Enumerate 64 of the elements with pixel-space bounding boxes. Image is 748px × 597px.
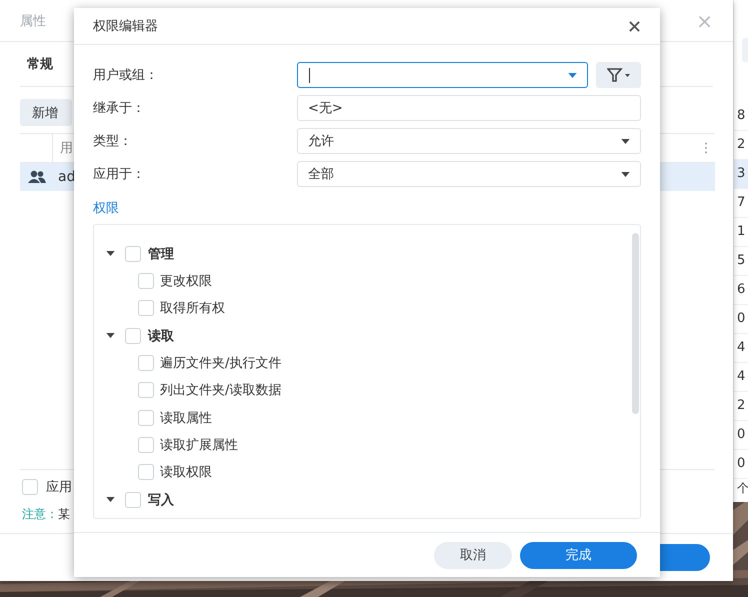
checkbox[interactable] (125, 492, 141, 508)
inherit-field[interactable]: <无> (297, 95, 641, 122)
table-cell: 8 (734, 102, 748, 131)
done-button[interactable]: 完成 (520, 542, 637, 569)
table-cell: 7 (734, 189, 748, 218)
user-name: ad (58, 169, 76, 185)
dialog-title: 权限编辑器 (93, 18, 158, 36)
table-cell: 0 (734, 421, 748, 450)
table-cell: 6 (734, 276, 748, 305)
note-label: 注意： (22, 506, 58, 523)
table-cell: 0 (734, 305, 748, 334)
column-menu-icon[interactable]: ⋮ (697, 140, 715, 156)
checkbox[interactable] (125, 328, 141, 344)
field-label: 用户或组： (93, 67, 159, 84)
group-label: 写入 (148, 492, 174, 508)
filter-icon (606, 68, 630, 82)
permission-label: 列出文件夹/读取数据 (160, 382, 282, 400)
expand-icon[interactable] (106, 333, 115, 338)
filter-button[interactable] (596, 62, 641, 88)
table-cell: 4 (734, 334, 748, 363)
permission-label: 读取属性 (160, 410, 212, 427)
permission-label: 读取扩展属性 (160, 436, 238, 454)
note-text: 某 (58, 506, 70, 523)
checkbox-label: 应用 (46, 479, 72, 496)
caret-icon (621, 138, 630, 144)
add-button[interactable]: 新增 (20, 99, 72, 126)
tab[interactable]: 常规 (20, 55, 53, 73)
field-label: 继承于： (93, 100, 146, 118)
expand-icon[interactable] (106, 251, 115, 256)
table-cell: 4 (734, 363, 748, 392)
checkbox[interactable] (138, 382, 154, 398)
field-label: 应用于： (93, 166, 146, 184)
expand-icon[interactable] (106, 497, 115, 502)
permission-label: 取得所有权 (160, 300, 225, 318)
text-cursor (309, 68, 310, 84)
table-cell: 1 (734, 218, 748, 247)
group-label: 管理 (148, 246, 174, 263)
checkbox[interactable] (138, 410, 154, 426)
scrollbar[interactable] (632, 233, 639, 414)
cancel-button[interactable]: 取消 (434, 542, 512, 569)
users-icon (28, 170, 46, 184)
caret-icon (621, 172, 630, 177)
dropdown[interactable]: 全部 (297, 161, 641, 188)
checkbox[interactable] (138, 273, 154, 290)
field-label: 类型： (93, 133, 133, 150)
section-title: 权限 (93, 200, 120, 218)
permission-label: 遍历文件夹/执行文件 (160, 355, 282, 372)
checkbox[interactable] (138, 355, 154, 372)
window-title: 属性 (20, 12, 46, 30)
checkbox[interactable] (138, 436, 154, 453)
permission-label: 读取权限 (160, 464, 212, 482)
table-cell: 2 (734, 392, 748, 421)
checkbox[interactable] (22, 479, 38, 495)
permission-label: 更改权限 (160, 273, 212, 290)
dropdown[interactable]: 允许 (297, 128, 641, 154)
checkbox[interactable] (138, 300, 154, 316)
checkbox[interactable] (125, 246, 141, 262)
group-label: 读取 (148, 328, 174, 345)
table-cell: 3 (734, 160, 748, 189)
close-icon[interactable] (629, 20, 640, 32)
user-group-combo[interactable] (297, 62, 588, 88)
checkbox[interactable] (138, 464, 154, 480)
table-cell: 5 (734, 247, 748, 276)
caret-icon (568, 72, 577, 78)
